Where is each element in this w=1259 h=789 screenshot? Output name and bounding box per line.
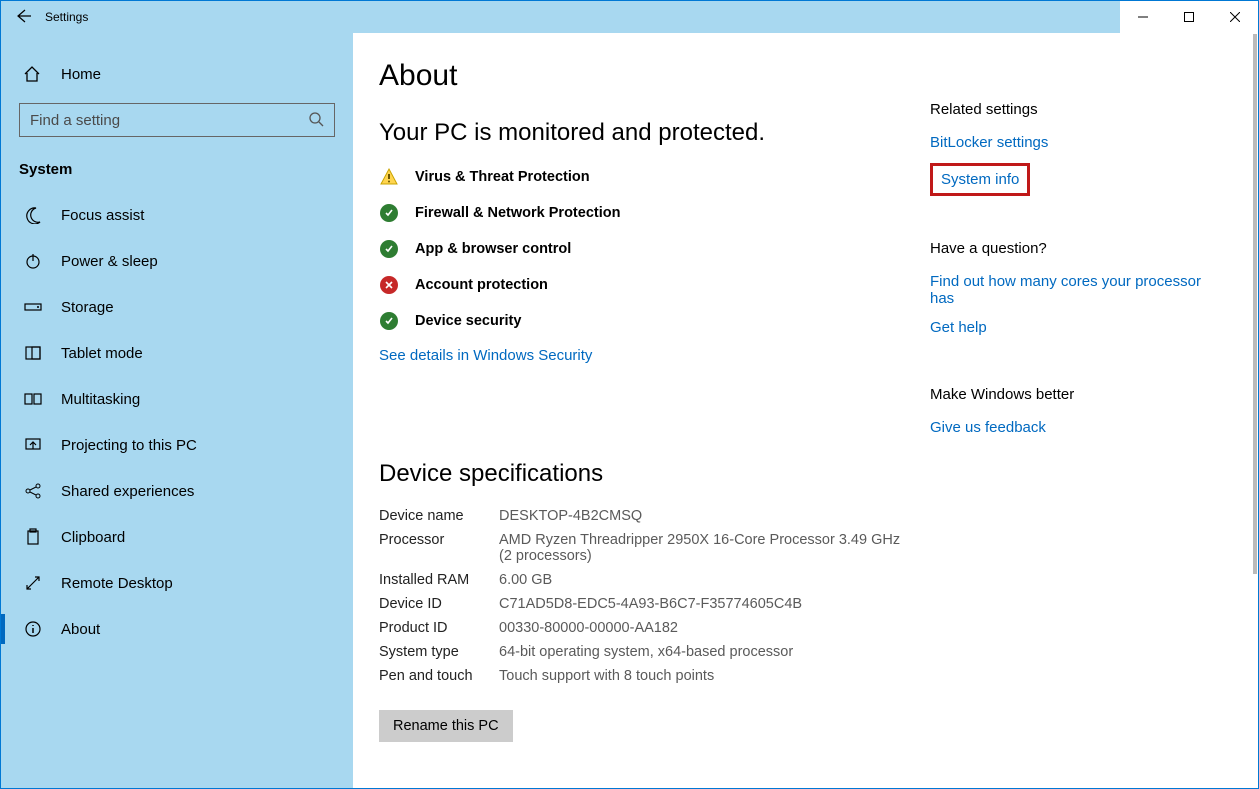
spec-value: C71AD5D8-EDC5-4A93-B6C7-F35774605C4B: [499, 596, 910, 612]
sidebar-item-tablet-mode[interactable]: Tablet mode: [1, 330, 353, 376]
protection-label: Account protection: [415, 277, 548, 293]
sidebar-item-power-sleep[interactable]: Power & sleep: [1, 238, 353, 284]
spec-label: Installed RAM: [379, 572, 499, 588]
sidebar-category: System: [1, 155, 353, 192]
spec-row: Device nameDESKTOP-4B2CMSQ: [379, 508, 910, 524]
protection-row: Account protection: [379, 275, 910, 295]
scrollbar[interactable]: [1253, 34, 1257, 787]
minimize-button[interactable]: [1120, 1, 1166, 33]
storage-icon: [23, 298, 43, 316]
spec-row: Device IDC71AD5D8-EDC5-4A93-B6C7-F357746…: [379, 596, 910, 612]
nav-label: Multitasking: [61, 391, 140, 408]
status-icon: [379, 167, 399, 187]
sidebar-item-clipboard[interactable]: Clipboard: [1, 514, 353, 560]
protection-row: Virus & Threat Protection: [379, 167, 910, 187]
question-heading: Have a question?: [930, 240, 1220, 257]
spec-label: Device name: [379, 508, 499, 524]
link-system-info[interactable]: System info: [941, 171, 1019, 188]
page-title: About: [379, 59, 910, 93]
spec-row: Installed RAM6.00 GB: [379, 572, 910, 588]
spec-value: 6.00 GB: [499, 572, 910, 588]
protection-row: App & browser control: [379, 239, 910, 259]
multitasking-icon: [23, 390, 43, 408]
search-icon: [308, 111, 324, 130]
spec-heading: Device specifications: [379, 460, 910, 488]
sidebar-item-projecting[interactable]: Projecting to this PC: [1, 422, 353, 468]
rename-pc-button[interactable]: Rename this PC: [379, 710, 513, 742]
shared-icon: [23, 482, 43, 500]
maximize-button[interactable]: [1166, 1, 1212, 33]
spec-row: Product ID00330-80000-00000-AA182: [379, 620, 910, 636]
home-icon: [23, 65, 41, 83]
spec-value: Touch support with 8 touch points: [499, 668, 910, 684]
sidebar-item-focus-assist[interactable]: Focus assist: [1, 192, 353, 238]
security-details-link[interactable]: See details in Windows Security: [379, 347, 592, 364]
protection-row: Firewall & Network Protection: [379, 203, 910, 223]
nav-label: About: [61, 621, 100, 638]
link-get-help[interactable]: Get help: [930, 319, 987, 336]
nav-label: Storage: [61, 299, 114, 316]
protection-label: Device security: [415, 313, 521, 329]
power-icon: [23, 252, 43, 270]
remote-icon: [23, 574, 43, 592]
sidebar-item-remote-desktop[interactable]: Remote Desktop: [1, 560, 353, 606]
spec-label: Product ID: [379, 620, 499, 636]
nav-label: Shared experiences: [61, 483, 194, 500]
protection-heading: Your PC is monitored and protected.: [379, 119, 910, 147]
nav-label: Projecting to this PC: [61, 437, 197, 454]
spec-value: DESKTOP-4B2CMSQ: [499, 508, 910, 524]
back-icon[interactable]: [15, 8, 31, 27]
sidebar: Home System Focus assist Power & sleep: [1, 33, 353, 788]
protection-label: App & browser control: [415, 241, 571, 257]
sidebar-item-shared-experiences[interactable]: Shared experiences: [1, 468, 353, 514]
link-cores[interactable]: Find out how many cores your processor h…: [930, 273, 1220, 307]
close-button[interactable]: [1212, 1, 1258, 33]
protection-row: Device security: [379, 311, 910, 331]
highlight-box: System info: [930, 163, 1030, 196]
nav-label: Remote Desktop: [61, 575, 173, 592]
spec-row: Pen and touchTouch support with 8 touch …: [379, 668, 910, 684]
clipboard-icon: [23, 528, 43, 546]
status-icon: [379, 275, 399, 295]
home-label: Home: [61, 66, 101, 83]
spec-value: 00330-80000-00000-AA182: [499, 620, 910, 636]
spec-row: System type64-bit operating system, x64-…: [379, 644, 910, 660]
nav-label: Tablet mode: [61, 345, 143, 362]
spec-value: 64-bit operating system, x64-based proce…: [499, 644, 910, 660]
sidebar-item-storage[interactable]: Storage: [1, 284, 353, 330]
link-feedback[interactable]: Give us feedback: [930, 419, 1046, 436]
spec-label: Device ID: [379, 596, 499, 612]
status-icon: [379, 239, 399, 259]
spec-label: Pen and touch: [379, 668, 499, 684]
feedback-heading: Make Windows better: [930, 386, 1220, 403]
search-input[interactable]: [19, 103, 335, 137]
titlebar: Settings: [1, 1, 1258, 33]
main-content: About Your PC is monitored and protected…: [353, 33, 1258, 788]
moon-icon: [23, 206, 43, 224]
related-heading: Related settings: [930, 101, 1220, 118]
nav-label: Focus assist: [61, 207, 144, 224]
sidebar-item-home[interactable]: Home: [1, 55, 353, 93]
spec-value: AMD Ryzen Threadripper 2950X 16-Core Pro…: [499, 532, 910, 564]
protection-label: Virus & Threat Protection: [415, 169, 590, 185]
nav-label: Power & sleep: [61, 253, 158, 270]
link-bitlocker[interactable]: BitLocker settings: [930, 134, 1048, 151]
sidebar-item-about[interactable]: About: [1, 606, 353, 652]
spec-label: Processor: [379, 532, 499, 564]
status-icon: [379, 311, 399, 331]
spec-label: System type: [379, 644, 499, 660]
protection-label: Firewall & Network Protection: [415, 205, 620, 221]
info-icon: [23, 620, 43, 638]
nav-label: Clipboard: [61, 529, 125, 546]
spec-row: ProcessorAMD Ryzen Threadripper 2950X 16…: [379, 532, 910, 564]
projecting-icon: [23, 436, 43, 454]
window-title: Settings: [45, 10, 88, 24]
tablet-icon: [23, 344, 43, 362]
status-icon: [379, 203, 399, 223]
sidebar-item-multitasking[interactable]: Multitasking: [1, 376, 353, 422]
